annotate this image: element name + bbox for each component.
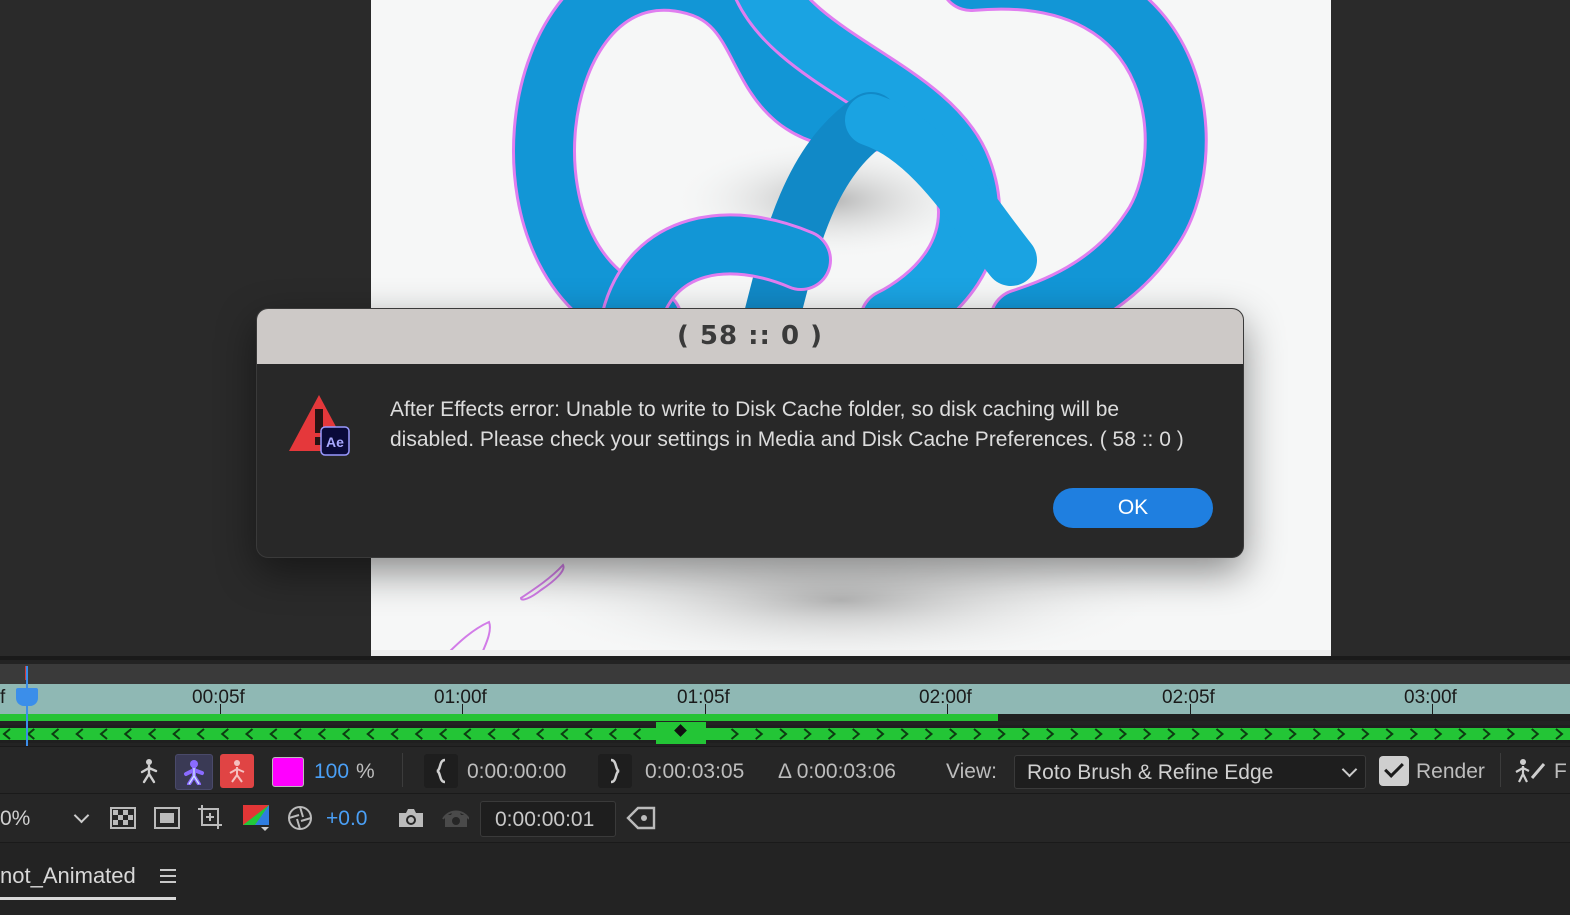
tick-label: 00:05f — [192, 687, 245, 708]
transparency-grid-icon[interactable] — [108, 803, 138, 833]
out-point-time[interactable]: 0:00:03:05 — [645, 760, 744, 784]
composition-tab[interactable]: not_Animated — [0, 863, 136, 889]
current-time-field[interactable]: 0:00:00:01 — [480, 801, 616, 837]
render-label: Render — [1416, 760, 1485, 783]
tick-mark — [1190, 704, 1191, 714]
dialog-message: After Effects error: Unable to write to … — [390, 395, 1220, 455]
roto-frames-track[interactable] — [0, 725, 1570, 743]
keyframe-diamond-icon — [674, 724, 687, 737]
duration-time: Δ 0:00:03:06 — [778, 760, 896, 783]
viewer-divider — [0, 656, 1570, 660]
dialog-message-line: After Effects error: Unable to write to … — [390, 398, 1120, 421]
chevron-down-icon — [1341, 761, 1358, 778]
separator — [1500, 753, 1501, 787]
playhead-handle[interactable] — [16, 688, 38, 706]
tick-mark — [1432, 704, 1433, 714]
panel-tab-bar: not_Animated — [0, 842, 1570, 915]
freeze-label-truncated: F — [1554, 760, 1567, 783]
tick-label: 01:00f — [434, 687, 487, 708]
tick-mark — [220, 704, 221, 714]
active-tab-indicator — [0, 897, 176, 900]
mask-visibility-icon[interactable] — [152, 803, 182, 833]
tick-label: 02:00f — [919, 687, 972, 708]
tick-label: 03:00f — [1404, 687, 1457, 708]
ae-warning-icon: Ae — [287, 393, 351, 457]
chevron-down-icon — [73, 807, 90, 824]
error-dialog: ( 58 :: 0 ) Ae After Effects error: Unab… — [256, 308, 1244, 558]
overlay-color-swatch[interactable] — [272, 757, 304, 787]
render-checkbox[interactable] — [1379, 756, 1409, 786]
percent-label: % — [356, 760, 375, 783]
ok-button[interactable]: OK — [1053, 488, 1213, 528]
current-time-value: 0:00:00:01 — [495, 808, 595, 831]
view-label: View: — [946, 760, 997, 783]
show-snapshot-icon[interactable] — [438, 801, 472, 835]
separator — [402, 753, 403, 787]
view-dropdown-value: Roto Brush & Refine Edge — [1027, 761, 1274, 784]
view-dropdown[interactable]: Roto Brush & Refine Edge — [1014, 755, 1366, 789]
color-channels-icon[interactable] — [240, 801, 272, 835]
propagation-progress-bar — [0, 714, 998, 721]
roto-background-icon[interactable] — [220, 754, 254, 788]
frame-marker-group — [0, 728, 1570, 740]
roto-person-icon[interactable] — [132, 754, 166, 788]
playhead-line — [26, 666, 28, 746]
dialog-message-line: disabled. Please check your settings in … — [390, 428, 1184, 451]
dialog-title: ( 58 :: 0 ) — [676, 321, 824, 351]
set-in-point-icon[interactable] — [424, 754, 458, 788]
progress-remaining — [998, 714, 1570, 721]
set-out-point-icon[interactable] — [598, 754, 632, 788]
roto-foreground-icon[interactable] — [175, 754, 213, 790]
ae-badge-text: Ae — [326, 434, 344, 450]
magnification-value: 0% — [0, 807, 31, 830]
exposure-reset-icon[interactable] — [284, 801, 316, 835]
tick-mark — [462, 704, 463, 714]
timeline-link-icon[interactable] — [624, 801, 658, 835]
exposure-value[interactable]: +0.0 — [326, 807, 367, 831]
overlay-opacity-value[interactable]: 100 — [314, 760, 349, 784]
tick-label: f — [0, 687, 6, 708]
snapshot-camera-icon[interactable] — [394, 801, 428, 835]
base-frame-keyframe[interactable] — [656, 722, 706, 744]
region-of-interest-icon[interactable] — [194, 801, 228, 835]
tick-mark — [947, 704, 948, 714]
tick-mark — [705, 704, 706, 714]
freeze-icon[interactable] — [1512, 754, 1548, 788]
dialog-title-bar[interactable]: ( 58 :: 0 ) — [257, 309, 1243, 364]
roto-toolbar: 100 % 0:00:00:00 0:00:03:05 Δ 0:00:03:06… — [0, 746, 1570, 793]
tick-label: 02:05f — [1162, 687, 1215, 708]
work-area-bar[interactable] — [0, 664, 1570, 684]
magnification-dropdown[interactable]: 0% — [0, 802, 97, 834]
time-ruler[interactable]: f 00:05f 01:00f 01:05f 02:00f 02:05f 03:… — [0, 684, 1570, 714]
in-point-time[interactable]: 0:00:00:00 — [467, 760, 566, 784]
tick-label: 01:05f — [677, 687, 730, 708]
panel-menu-icon[interactable] — [160, 869, 176, 887]
viewer-toolbar: 0% +0.0 0:00:00:01 — [0, 793, 1570, 842]
